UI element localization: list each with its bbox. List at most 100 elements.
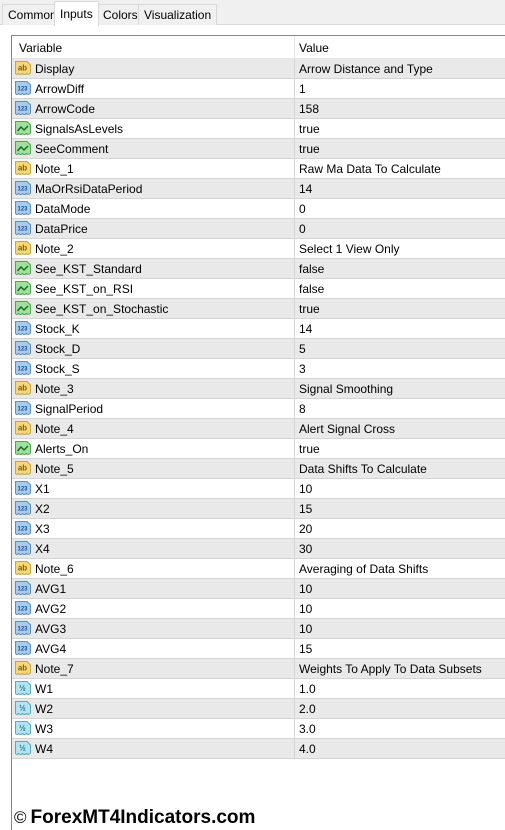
input-row[interactable]: See_KST_on_Stochastic true <box>12 299 505 319</box>
tab-inputs[interactable]: Inputs <box>54 1 99 26</box>
variable-value[interactable]: 10 <box>299 602 312 616</box>
variable-value[interactable]: Signal Smoothing <box>299 382 393 396</box>
input-row[interactable]: ½ W3 3.0 <box>12 719 505 739</box>
variable-name: Note_4 <box>35 422 74 436</box>
variable-value[interactable]: 15 <box>299 502 312 516</box>
input-row[interactable]: See_KST_Standard false <box>12 259 505 279</box>
variable-value[interactable]: 10 <box>299 482 312 496</box>
input-row[interactable]: 123 DataMode 0 <box>12 199 505 219</box>
variable-value[interactable]: 10 <box>299 622 312 636</box>
column-header-variable[interactable]: Variable <box>19 41 62 55</box>
variable-value[interactable]: 158 <box>299 102 319 116</box>
cell-divider <box>294 619 295 639</box>
input-row[interactable]: 123 X3 20 <box>12 519 505 539</box>
variable-value[interactable]: Select 1 View Only <box>299 242 400 256</box>
input-row[interactable]: ab Note_6 Averaging of Data Shifts <box>12 559 505 579</box>
variable-value[interactable]: 4.0 <box>299 742 316 756</box>
cell-divider <box>294 79 295 99</box>
variable-value[interactable]: 2.0 <box>299 702 316 716</box>
input-row[interactable]: 123 Stock_K 14 <box>12 319 505 339</box>
string-type-icon: ab <box>15 461 31 475</box>
variable-value[interactable]: 1.0 <box>299 682 316 696</box>
svg-text:ab: ab <box>18 64 27 73</box>
input-row[interactable]: ½ W4 4.0 <box>12 739 505 759</box>
variable-value[interactable]: Averaging of Data Shifts <box>299 562 428 576</box>
input-row[interactable]: 123 ArrowCode 158 <box>12 99 505 119</box>
input-row[interactable]: 123 X2 15 <box>12 499 505 519</box>
tab-visualization[interactable]: Visualization <box>138 4 218 25</box>
variable-value[interactable]: Arrow Distance and Type <box>299 62 433 76</box>
variable-value[interactable]: 14 <box>299 182 312 196</box>
variable-value[interactable]: true <box>299 122 320 136</box>
variable-name: Stock_K <box>35 322 80 336</box>
input-row[interactable]: ab Note_1 Raw Ma Data To Calculate <box>12 159 505 179</box>
variable-value[interactable]: Data Shifts To Calculate <box>299 462 427 476</box>
input-row[interactable]: 123 DataPrice 0 <box>12 219 505 239</box>
input-row[interactable]: ½ W1 1.0 <box>12 679 505 699</box>
input-row[interactable]: 123 X1 10 <box>12 479 505 499</box>
variable-value[interactable]: 3.0 <box>299 722 316 736</box>
svg-text:123: 123 <box>17 647 28 653</box>
input-row[interactable]: 123 AVG2 10 <box>12 599 505 619</box>
variable-value[interactable]: 10 <box>299 582 312 596</box>
input-row[interactable]: 123 SignalPeriod 8 <box>12 399 505 419</box>
variable-value[interactable]: true <box>299 442 320 456</box>
variable-value[interactable]: 0 <box>299 222 306 236</box>
input-row[interactable]: 123 Stock_S 3 <box>12 359 505 379</box>
copyright-symbol: © <box>14 808 27 827</box>
variable-value[interactable]: Raw Ma Data To Calculate <box>299 162 441 176</box>
variable-value[interactable]: false <box>299 282 324 296</box>
column-divider[interactable] <box>294 36 295 59</box>
variable-value[interactable]: 0 <box>299 202 306 216</box>
column-header-value[interactable]: Value <box>299 41 329 55</box>
input-row[interactable]: 123 MaOrRsiDataPeriod 14 <box>12 179 505 199</box>
tab-colors[interactable]: Colors <box>97 4 144 25</box>
variable-value[interactable]: 30 <box>299 542 312 556</box>
variable-value[interactable]: 5 <box>299 342 306 356</box>
input-row[interactable]: ab Note_5 Data Shifts To Calculate <box>12 459 505 479</box>
input-row[interactable]: ab Note_3 Signal Smoothing <box>12 379 505 399</box>
variable-name: Display <box>35 62 75 76</box>
input-row[interactable]: See_KST_on_RSI false <box>12 279 505 299</box>
input-row[interactable]: 123 AVG3 10 <box>12 619 505 639</box>
input-row[interactable]: 123 AVG1 10 <box>12 579 505 599</box>
input-row[interactable]: ab Note_4 Alert Signal Cross <box>12 419 505 439</box>
variable-value[interactable]: true <box>299 302 320 316</box>
variable-name: X3 <box>35 522 50 536</box>
cell-divider <box>294 399 295 419</box>
input-row[interactable]: ab Note_2 Select 1 View Only <box>12 239 505 259</box>
cell-divider <box>294 519 295 539</box>
variable-value[interactable]: 1 <box>299 82 306 96</box>
svg-text:ab: ab <box>18 664 27 673</box>
variable-value[interactable]: 3 <box>299 362 306 376</box>
input-row[interactable]: SignalsAsLevels true <box>12 119 505 139</box>
variable-value[interactable]: false <box>299 262 324 276</box>
input-row[interactable]: SeeComment true <box>12 139 505 159</box>
input-row[interactable]: 123 ArrowDiff 1 <box>12 79 505 99</box>
variable-value[interactable]: true <box>299 142 320 156</box>
variable-value[interactable]: 8 <box>299 402 306 416</box>
input-row[interactable]: 123 AVG4 15 <box>12 639 505 659</box>
cell-divider <box>294 419 295 439</box>
input-row[interactable]: Alerts_On true <box>12 439 505 459</box>
variable-value[interactable]: 20 <box>299 522 312 536</box>
input-row[interactable]: 123 Stock_D 5 <box>12 339 505 359</box>
cell-divider <box>294 279 295 299</box>
double-type-icon: ½ <box>15 701 31 715</box>
input-row[interactable]: ½ W2 2.0 <box>12 699 505 719</box>
variable-name: W1 <box>35 682 53 696</box>
variable-name: Note_7 <box>35 662 74 676</box>
input-row[interactable]: ab Note_7 Weights To Apply To Data Subsets <box>12 659 505 679</box>
integer-type-icon: 123 <box>15 581 31 595</box>
cell-divider <box>294 499 295 519</box>
input-row[interactable]: 123 X4 30 <box>12 539 505 559</box>
variable-value[interactable]: 14 <box>299 322 312 336</box>
variable-value[interactable]: Weights To Apply To Data Subsets <box>299 662 482 676</box>
variable-value[interactable]: Alert Signal Cross <box>299 422 395 436</box>
integer-type-icon: 123 <box>15 181 31 195</box>
watermark-text: ForexMT4Indicators.com <box>30 807 256 828</box>
cell-divider <box>294 679 295 699</box>
svg-text:123: 123 <box>17 627 28 633</box>
input-row[interactable]: ab Display Arrow Distance and Type <box>12 59 505 79</box>
variable-value[interactable]: 15 <box>299 642 312 656</box>
